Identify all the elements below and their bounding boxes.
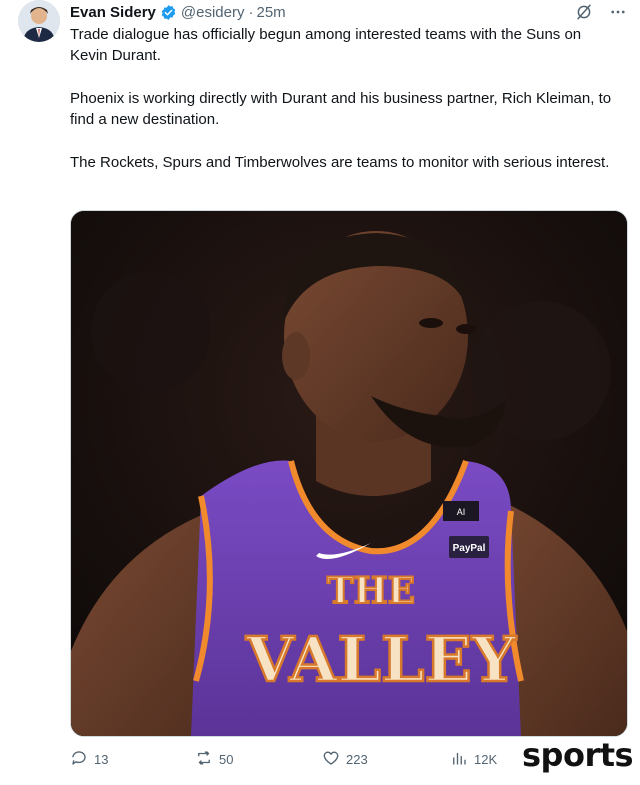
tweet-timestamp[interactable]: 25m <box>256 4 285 21</box>
repost-count: 50 <box>219 752 234 767</box>
tweet[interactable]: Evan Sidery @esidery · 25m Trade dialogu… <box>0 0 640 785</box>
reply-count: 13 <box>94 752 109 767</box>
jersey-text-main: VALLEY <box>245 623 517 696</box>
watermark: sports <box>522 736 634 774</box>
separator-dot: · <box>248 3 254 21</box>
tweet-text: Trade dialogue has officially begun amon… <box>70 24 618 195</box>
repost-button[interactable]: 50 <box>195 749 233 770</box>
heart-icon <box>322 749 340 770</box>
jersey-text-top: THE <box>327 570 415 612</box>
tweet-header: Evan Sidery @esidery · 25m <box>70 2 286 22</box>
tweet-paragraph: The Rockets, Spurs and Timberwolves are … <box>70 154 610 171</box>
reply-icon <box>70 749 88 770</box>
author-avatar[interactable] <box>18 0 60 42</box>
repost-icon <box>195 749 213 770</box>
views-icon <box>450 749 468 770</box>
like-button[interactable]: 223 <box>322 749 368 770</box>
verified-badge-icon <box>160 4 177 21</box>
more-icon[interactable] <box>608 2 628 22</box>
tweet-paragraph: Trade dialogue has officially begun amon… <box>70 26 582 64</box>
jersey-sponsor-label: PayPal <box>453 543 486 554</box>
tweet-paragraph: Phoenix is working directly with Durant … <box>70 90 612 128</box>
like-count: 223 <box>346 752 368 767</box>
author-handle[interactable]: @esidery <box>181 4 245 21</box>
tweet-media-photo[interactable]: PayPal AI THE VALLEY <box>70 210 628 737</box>
views-button[interactable]: 12K <box>450 749 497 770</box>
grok-icon[interactable] <box>574 2 594 22</box>
jersey-tag: AI <box>457 507 466 517</box>
reply-button[interactable]: 13 <box>70 749 108 770</box>
views-count: 12K <box>474 752 498 767</box>
tweet-top-actions <box>574 2 628 22</box>
author-name[interactable]: Evan Sidery <box>70 4 156 21</box>
